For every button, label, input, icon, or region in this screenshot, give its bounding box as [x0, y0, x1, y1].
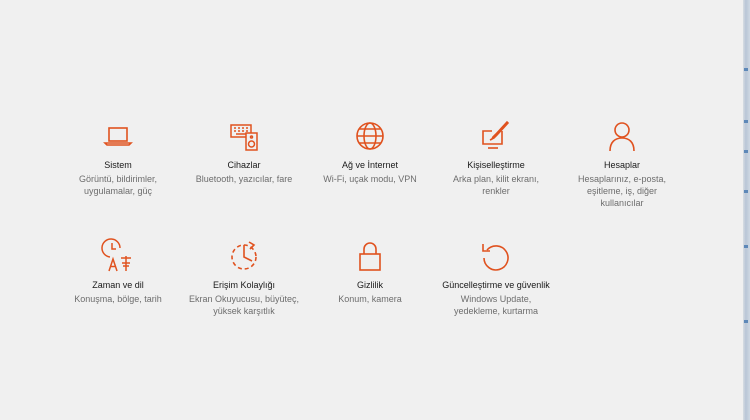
settings-tile-privacy[interactable]: Gizlilik Konum, kamera: [307, 238, 433, 358]
settings-tile-personalization[interactable]: Kişiselleştirme Arka plan, kilit ekranı,…: [433, 118, 559, 238]
edge-marker: [744, 190, 748, 193]
settings-tile-devices[interactable]: Cihazlar Bluetooth, yazıcılar, fare: [181, 118, 307, 238]
settings-tile-update-security[interactable]: Güncelleştirme ve güvenlik Windows Updat…: [433, 238, 559, 358]
paintbrush-icon: [478, 118, 514, 154]
update-icon: [478, 238, 514, 274]
lock-icon: [352, 238, 388, 274]
settings-tile-system[interactable]: Sistem Görüntü, bildirimler, uygulamalar…: [55, 118, 181, 238]
tile-title: Güncelleştirme ve güvenlik: [442, 280, 550, 290]
tile-title: Zaman ve dil: [92, 280, 144, 290]
tile-title: Cihazlar: [227, 160, 261, 170]
tile-description: Görüntü, bildirimler, uygulamalar, güç: [78, 174, 158, 196]
tile-description: Windows Update, yedekleme, kurtarma: [453, 294, 539, 316]
tile-description: Wi-Fi, uçak modu, VPN: [323, 174, 417, 184]
tile-title: Ağ ve İnternet: [341, 160, 399, 170]
edge-marker: [744, 320, 748, 323]
window-right-edge: [743, 0, 750, 420]
settings-tile-time-language[interactable]: Zaman ve dil Konuşma, bölge, tarih: [55, 238, 181, 358]
tile-description: Konum, kamera: [338, 294, 402, 304]
tile-title: Gizlilik: [357, 280, 383, 290]
tile-description: Hesaplarınız, e-posta, eşitleme, iş, diğ…: [577, 174, 667, 208]
ease-of-access-icon: [226, 238, 262, 274]
tile-title: Sistem: [104, 160, 132, 170]
person-icon: [604, 118, 640, 154]
globe-icon: [352, 118, 388, 154]
settings-tile-network[interactable]: Ağ ve İnternet Wi-Fi, uçak modu, VPN: [307, 118, 433, 238]
keyboard-speaker-icon: [226, 118, 262, 154]
edge-marker: [744, 68, 748, 71]
settings-tile-accounts[interactable]: Hesaplar Hesaplarınız, e-posta, eşitleme…: [559, 118, 685, 238]
laptop-icon: [100, 118, 136, 154]
tile-description: Konuşma, bölge, tarih: [74, 294, 162, 304]
tile-title: Erişim Kolaylığı: [212, 280, 275, 290]
edge-marker: [744, 150, 748, 153]
tile-description: Bluetooth, yazıcılar, fare: [195, 174, 293, 184]
settings-tile-ease-of-access[interactable]: Erişim Kolaylığı Ekran Okuyucusu, büyüte…: [181, 238, 307, 358]
tile-title: Kişiselleştirme: [467, 160, 525, 170]
settings-grid: Sistem Görüntü, bildirimler, uygulamalar…: [55, 118, 685, 358]
edge-marker: [744, 245, 748, 248]
tile-title: Hesaplar: [603, 160, 641, 170]
edge-marker: [744, 120, 748, 123]
tile-description: Ekran Okuyucusu, büyüteç, yüksek karşıtl…: [188, 294, 300, 316]
time-language-icon: [100, 238, 136, 274]
tile-description: Arka plan, kilit ekranı, renkler: [452, 174, 540, 196]
